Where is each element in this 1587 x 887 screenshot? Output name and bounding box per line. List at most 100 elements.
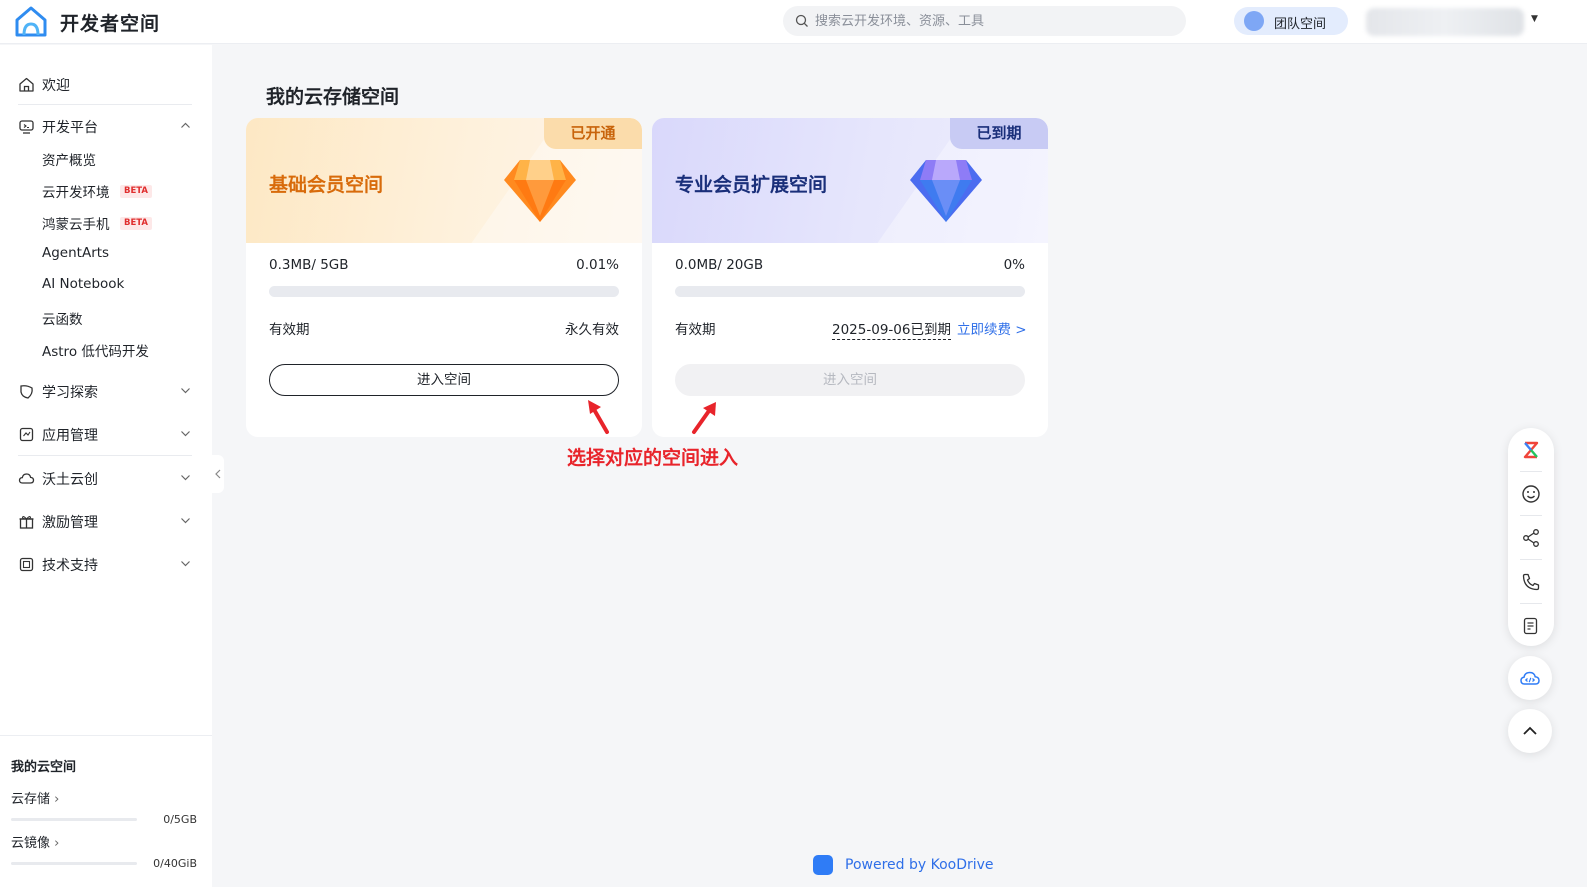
purple-diamond-icon — [910, 160, 982, 222]
divider — [18, 455, 192, 456]
team-space-button[interactable]: 团队空间 — [1234, 7, 1348, 35]
card-header: 专业会员扩展空间 已到期 — [652, 118, 1048, 278]
home-logo-icon[interactable] — [14, 5, 48, 39]
sidebar-item-incentive[interactable]: 激励管理 — [0, 506, 212, 536]
sidebar-item-app-manage[interactable]: 应用管理 — [0, 419, 212, 449]
sidebar-subitem-label: 资产概览 — [42, 153, 96, 169]
chevron-down-icon[interactable] — [180, 428, 191, 439]
sidebar-subitem-cloud-dev-env[interactable]: 云开发环境 BETA — [0, 177, 212, 203]
home-icon — [19, 77, 34, 92]
share-icon — [1523, 529, 1539, 547]
sidebar-subitem-label: AI Notebook — [42, 276, 125, 292]
cloud-image-link[interactable]: 云镜像 › — [11, 832, 59, 851]
sidebar-subitem-label: AgentArts — [42, 245, 110, 261]
page-title: 我的云存储空间 — [266, 86, 400, 108]
basic-space-card: 基础会员空间 已开通 0.3MB/ 5GB 0.01% 有效期 永久有效 进入空… — [246, 118, 642, 437]
cloud-storage-label: 云存储 — [11, 792, 51, 807]
chevron-down-icon[interactable] — [180, 472, 191, 483]
sidebar-subitem-astro-lowcode[interactable]: Astro 低代码开发 — [0, 336, 212, 362]
sidebar-subitem-label: 云函数 — [42, 312, 83, 328]
chevron-right-icon: › — [54, 836, 60, 851]
search-icon — [795, 14, 808, 27]
ai-assistant-button[interactable] — [1508, 428, 1554, 471]
sidebar-item-label: 应用管理 — [42, 428, 98, 444]
sidebar-subitem-agentarts[interactable]: AgentArts — [0, 241, 212, 267]
expiry-date: 2025-09-06已到期 — [832, 318, 951, 340]
storage-percent: 0.01% — [576, 257, 619, 273]
chevron-down-icon[interactable] — [180, 515, 191, 526]
sidebar-subitem-asset-overview[interactable]: 资产概览 — [0, 145, 212, 171]
enter-space-button-disabled: 进入空间 — [675, 364, 1025, 396]
sidebar-item-label: 激励管理 — [42, 515, 98, 531]
powered-by-text[interactable]: Powered by KooDrive — [845, 857, 994, 873]
chevron-up-icon — [1523, 726, 1537, 735]
divider — [18, 104, 192, 105]
feedback-button[interactable] — [1508, 472, 1554, 515]
document-edit-icon — [1523, 617, 1538, 635]
sidebar-item-label: 沃土云创 — [42, 472, 98, 488]
validity-label: 有效期 — [269, 322, 310, 338]
my-cloud-space-panel: 我的云空间 云存储 › 0/5GB 云镜像 › 0/40GiB — [0, 735, 212, 887]
search-input[interactable] — [815, 6, 1175, 36]
instruction-annotation: 选择对应的空间进入 — [567, 447, 739, 469]
share-button[interactable] — [1508, 516, 1554, 559]
smile-icon — [1522, 485, 1540, 503]
contact-button[interactable] — [1508, 560, 1554, 603]
sidebar-item-welcome[interactable]: 欢迎 — [0, 69, 212, 99]
storage-progress-bar — [675, 286, 1025, 297]
cloud-code-icon — [1520, 671, 1540, 685]
sidebar-subitem-label: Astro 低代码开发 — [42, 344, 149, 360]
red-arrow-icon — [692, 402, 716, 434]
storage-usage: 0.0MB/ 20GB — [675, 257, 764, 273]
sidebar-item-tech-support[interactable]: 技术支持 — [0, 549, 212, 579]
floating-toolbar — [1508, 428, 1554, 646]
my-cloud-space-title: 我的云空间 — [11, 760, 77, 775]
brand-title[interactable]: 开发者空间 — [60, 9, 160, 36]
renew-link[interactable]: 立即续费 > — [957, 318, 1027, 338]
sidebar: 欢迎 开发平台 资产概览 云开发环境 BETA 鸿蒙云手机 BETA Agent… — [0, 45, 212, 887]
enter-space-button[interactable]: 进入空间 — [269, 364, 619, 396]
sidebar-item-label: 技术支持 — [42, 558, 98, 574]
back-to-top-button[interactable] — [1508, 709, 1552, 753]
status-badge: 已到期 — [950, 118, 1048, 149]
platform-icon — [19, 120, 34, 134]
storage-usage: 0.3MB/ 5GB — [269, 257, 349, 273]
app-manage-icon — [19, 427, 34, 442]
chevron-down-icon[interactable] — [180, 558, 191, 569]
sidebar-item-dev-platform[interactable]: 开发平台 — [0, 111, 212, 141]
sidebar-item-learn[interactable]: 学习探索 — [0, 376, 212, 406]
storage-percent: 0% — [1003, 257, 1025, 273]
user-account-menu[interactable] — [1366, 8, 1524, 36]
cloud-image-label: 云镜像 — [11, 836, 51, 851]
sidebar-subitem-ai-notebook[interactable]: AI Notebook — [0, 272, 212, 298]
sidebar-subitem-cloud-function[interactable]: 云函数 — [0, 304, 212, 330]
learn-icon — [20, 385, 33, 399]
caret-down-icon[interactable]: ▼ — [1531, 14, 1538, 24]
sidebar-item-label: 欢迎 — [42, 78, 70, 94]
search-box[interactable] — [783, 6, 1186, 36]
chevron-down-icon[interactable] — [180, 385, 191, 396]
orange-diamond-icon — [504, 160, 576, 222]
status-badge: 已开通 — [544, 118, 642, 149]
chevron-up-icon[interactable] — [180, 120, 191, 131]
sidebar-collapse-handle[interactable] — [212, 455, 224, 493]
phone-icon — [1522, 573, 1540, 591]
notes-button[interactable] — [1508, 604, 1554, 647]
sidebar-subitem-label: 云开发环境 — [42, 185, 110, 201]
cloud-storage-link[interactable]: 云存储 › — [11, 788, 59, 807]
gift-icon — [19, 515, 34, 529]
sidebar-subitem-cloud-phone[interactable]: 鸿蒙云手机 BETA — [0, 209, 212, 235]
validity-label: 有效期 — [675, 322, 716, 338]
cloud-image-value: 0/40GiB — [153, 857, 197, 870]
ai-assistant-icon — [1523, 441, 1539, 459]
koodrive-logo-icon — [813, 855, 833, 875]
sidebar-item-label: 学习探索 — [42, 385, 98, 401]
sidebar-item-cloud-create[interactable]: 沃土云创 — [0, 463, 212, 493]
team-space-label: 团队空间 — [1274, 17, 1327, 32]
cloud-image-bar — [11, 862, 137, 865]
cloud-code-button[interactable] — [1508, 656, 1552, 700]
validity-value: 永久有效 — [565, 322, 619, 338]
cloud-create-icon — [18, 473, 35, 484]
card-title: 基础会员空间 — [269, 174, 384, 196]
storage-progress-bar — [269, 286, 619, 297]
